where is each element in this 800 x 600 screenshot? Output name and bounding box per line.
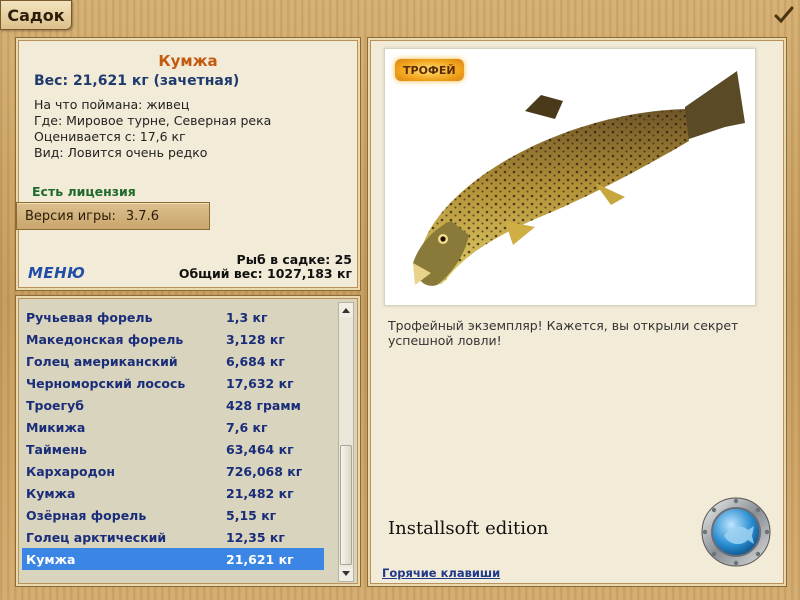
fish-list-weight: 21,621 кг (226, 551, 294, 567)
window-title-tab: Садок (0, 0, 72, 30)
bait-detail: На что поймана: живец (34, 97, 190, 112)
fish-list-name: Ручьевая форель (26, 309, 153, 325)
fish-list-name: Озёрная форель (26, 507, 147, 523)
hotkeys-link[interactable]: Горячие клавиши (382, 566, 500, 580)
list-item[interactable]: Македонская форель 3,128 кг (22, 328, 324, 350)
fish-list-name: Голец американский (26, 353, 178, 369)
trophy-panel: ТРОФЕЙ Трофейный экземпляр! Кажется, вы … (368, 38, 786, 586)
license-status: Есть лицензия (32, 184, 136, 199)
fish-name: Кумжа (158, 52, 218, 70)
arrow-up-icon (342, 308, 350, 313)
list-item[interactable]: Микижа 7,6 кг (22, 416, 324, 438)
fish-list-weight: 3,128 кг (226, 331, 285, 347)
fish-list-name: Кумжа (26, 551, 76, 567)
version-box: Версия игры: 3.7.6 (16, 202, 210, 230)
fish-info-panel: Кумжа Вес: 21,621 кг (зачетная) На что п… (16, 38, 360, 290)
rating-detail: Оценивается с: 17,6 кг (34, 129, 186, 144)
catch-list: Ручьевая форель 1,3 кг Македонская форель… (22, 302, 340, 582)
fish-list-weight: 12,35 кг (226, 529, 285, 545)
fish-list-weight: 726,068 кг (226, 463, 303, 479)
location-detail: Где: Мировое турне, Северная река (34, 113, 272, 128)
fish-list-name: Кумжа (26, 485, 76, 501)
fish-list-name: Черноморский лосось (26, 375, 186, 391)
fish-list-weight: 21,482 кг (226, 485, 294, 501)
fish-list-name: Македонская форель (26, 331, 184, 347)
fish-list-weight: 5,15 кг (226, 507, 277, 523)
fish-list-weight: 7,6 кг (226, 419, 268, 435)
list-item[interactable]: Черноморский лосось 17,632 кг (22, 372, 324, 394)
brown-trout-illustration (413, 71, 745, 286)
list-item[interactable]: Троегуб 428 грамм (22, 394, 324, 416)
total-weight: Общий вес: 1027,183 кг (178, 266, 352, 281)
fish-list-weight: 6,684 кг (226, 353, 285, 369)
list-item[interactable]: Кархародон 726,068 кг (22, 460, 324, 482)
fish-list-name: Троегуб (26, 397, 84, 413)
edition-label: Installsoft edition (388, 518, 549, 539)
list-item[interactable]: Ручьевая форель 1,3 кг (22, 306, 324, 328)
trophy-description: Трофейный экземпляр! Кажется, вы открыли… (388, 318, 739, 348)
fish-list-name: Голец арктический (26, 529, 167, 545)
fish-list-weight: 63,464 кг (226, 441, 294, 457)
close-button[interactable] (772, 3, 796, 27)
fish-count: Рыб в садке: 25 (236, 252, 352, 267)
arrow-down-icon (342, 571, 350, 576)
scroll-thumb[interactable] (340, 445, 352, 565)
list-item[interactable]: Озёрная форель 5,15 кг (22, 504, 324, 526)
porthole-button[interactable] (700, 496, 772, 568)
fish-list-weight: 1,3 кг (226, 309, 268, 325)
list-scrollbar[interactable] (338, 302, 354, 582)
fish-photo: ТРОФЕЙ (384, 48, 756, 306)
scroll-up-button[interactable] (339, 303, 353, 317)
list-item[interactable]: Голец арктический 12,35 кг (22, 526, 324, 548)
fish-list-name: Микижа (26, 419, 86, 435)
list-item[interactable]: Голец американский 6,684 кг (22, 350, 324, 372)
catch-list-panel: Ручьевая форель 1,3 кг Македонская форель… (16, 296, 360, 586)
window-title: Садок (7, 5, 65, 25)
menu-button[interactable]: МЕНЮ (28, 264, 85, 282)
fish-weight: Вес: 21,621 кг (зачетная) (34, 73, 240, 89)
fish-list-weight: 428 грамм (226, 397, 301, 413)
scroll-down-button[interactable] (339, 567, 353, 581)
checkmark-icon (774, 6, 794, 24)
species-detail: Вид: Ловится очень редко (34, 145, 208, 160)
list-item[interactable]: Таймень 63,464 кг (22, 438, 324, 460)
list-item[interactable]: Кумжа 21,482 кг (22, 482, 324, 504)
version-label: Версия игры: (25, 208, 116, 224)
list-item-selected[interactable]: Кумжа 21,621 кг (22, 548, 324, 570)
porthole-fish-icon (701, 497, 771, 567)
fish-list-weight: 17,632 кг (226, 375, 294, 391)
version-value: 3.7.6 (125, 208, 159, 224)
fish-list-name: Кархародон (26, 463, 115, 479)
fish-list-name: Таймень (26, 441, 87, 457)
